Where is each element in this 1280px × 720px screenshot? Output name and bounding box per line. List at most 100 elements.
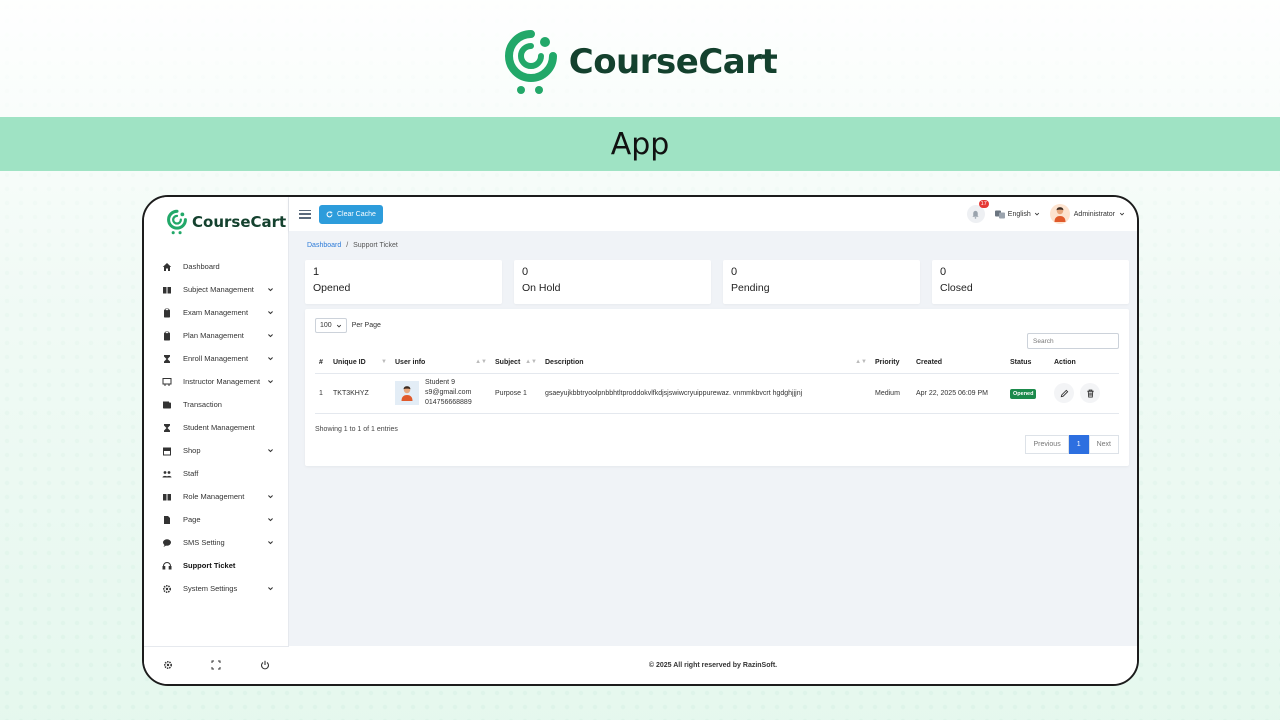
sidebar-item-role-management[interactable]: Role Management — [144, 485, 288, 508]
book-icon — [162, 492, 172, 502]
sidebar-menu: Dashboard Subject Management Exam Manageme… — [144, 255, 288, 600]
sidebar-item-student-management[interactable]: Student Management — [144, 416, 288, 439]
stat-value: 0 — [522, 266, 529, 278]
stat-card-pending: 0 Pending — [723, 260, 920, 304]
headset-icon — [162, 561, 172, 571]
topbar: Clear Cache 17 English Administrator — [289, 197, 1137, 231]
sidebar-logo-text: CourseCart — [192, 213, 287, 231]
sidebar-item-enroll-management[interactable]: Enroll Management — [144, 347, 288, 370]
user-name: Administrator — [1073, 210, 1115, 218]
clear-cache-button[interactable]: Clear Cache — [319, 204, 383, 224]
page-1-button[interactable]: 1 — [1068, 435, 1089, 454]
users-icon — [162, 469, 172, 479]
sidebar-item-subject-management[interactable]: Subject Management — [144, 278, 288, 301]
sidebar-item-instructor-management[interactable]: Instructor Management — [144, 370, 288, 393]
sidebar-footer — [144, 646, 289, 684]
column-header[interactable]: User info ▲▼ — [391, 353, 491, 374]
sidebar-item-staff[interactable]: Staff — [144, 462, 288, 485]
sidebar-item-system-settings[interactable]: System Settings — [144, 577, 288, 600]
stat-card-opened: 1 Opened — [305, 260, 502, 304]
hamburger-menu-icon[interactable] — [299, 209, 311, 219]
banner-title: App — [610, 126, 670, 162]
sidebar-item-label: Support Ticket — [183, 561, 236, 570]
stat-label: On Hold — [522, 282, 561, 294]
sidebar-item-page[interactable]: Page — [144, 508, 288, 531]
ticket-subject: Purpose 1 — [491, 373, 541, 414]
student-avatar — [395, 381, 419, 405]
sidebar: CourseCart Dashboard Subject Management Ex… — [144, 197, 289, 684]
sidebar-item-sms-setting[interactable]: SMS Setting — [144, 531, 288, 554]
edit-button[interactable] — [1054, 383, 1074, 403]
per-page-label: Per Page — [351, 322, 381, 329]
sidebar-logo[interactable]: CourseCart — [144, 197, 288, 235]
ticket-stats: 1 Opened 0 On Hold 0 Pending 0 Closed — [305, 260, 1129, 304]
settings-gear-icon[interactable] — [163, 657, 173, 675]
sidebar-item-exam-management[interactable]: Exam Management — [144, 301, 288, 324]
device-frame: CourseCart Dashboard Subject Management Ex… — [142, 195, 1139, 686]
column-header[interactable]: Unique ID ▼ — [329, 353, 391, 374]
student-name: Student 9 — [425, 379, 455, 386]
ticket-description: gsaeyujkbbtryoolpnbbhtltproddokvlfkdjsjs… — [541, 373, 871, 414]
language-selector[interactable]: English — [994, 210, 1040, 219]
sidebar-item-label: Enroll Management — [183, 354, 249, 363]
search-placeholder: Search — [1033, 337, 1054, 345]
chevron-down-icon — [267, 585, 274, 592]
file-icon — [162, 515, 172, 525]
student-email: s9@gmail.com — [425, 389, 472, 396]
next-page-button[interactable]: Next — [1088, 435, 1119, 454]
sidebar-item-label: Page — [183, 515, 201, 524]
stat-label: Closed — [940, 282, 973, 294]
chevron-down-icon — [336, 324, 341, 328]
previous-page-button[interactable]: Previous — [1025, 435, 1069, 454]
sidebar-item-shop[interactable]: Shop — [144, 439, 288, 462]
column-header[interactable]: Status — [1006, 353, 1050, 374]
column-header[interactable]: Subject ▲▼ — [491, 353, 541, 374]
copyright-text: © 2025 All right reserved by RazinSoft. — [648, 661, 778, 669]
page-footer: © 2025 All right reserved by RazinSoft. — [289, 646, 1137, 684]
tickets-table: # Unique ID ▼ User info ▲▼ Subject ▲▼ Descr… — [315, 353, 1119, 414]
ticket-priority: Medium — [871, 373, 912, 414]
hourglass-icon — [162, 423, 172, 433]
stat-value: 0 — [731, 266, 738, 278]
sidebar-item-dashboard[interactable]: Dashboard — [144, 255, 288, 278]
stat-label: Pending — [731, 282, 770, 294]
delete-button[interactable] — [1080, 383, 1100, 403]
chevron-down-icon — [267, 516, 274, 523]
stat-value: 0 — [940, 266, 947, 278]
fullscreen-icon[interactable] — [211, 657, 221, 675]
column-header[interactable]: Priority — [871, 353, 912, 374]
notification-count-badge: 17 — [978, 200, 989, 208]
power-icon[interactable] — [260, 657, 270, 675]
clipboard-icon — [162, 331, 172, 341]
search-input[interactable]: Search — [1027, 333, 1119, 349]
sidebar-item-label: Exam Management — [183, 308, 249, 317]
sidebar-item-plan-management[interactable]: Plan Management — [144, 324, 288, 347]
chevron-down-icon — [1119, 212, 1125, 216]
chevron-down-icon — [267, 378, 274, 385]
sidebar-item-transaction[interactable]: Transaction — [144, 393, 288, 416]
ticket-created: Apr 22, 2025 06:09 PM — [912, 373, 1006, 414]
per-page-select[interactable]: 100 — [315, 318, 347, 333]
breadcrumb-dashboard-link[interactable]: Dashboard — [307, 242, 341, 249]
sidebar-item-label: Instructor Management — [183, 377, 261, 386]
sidebar-item-label: SMS Setting — [183, 538, 225, 547]
user-menu[interactable]: Administrator — [1049, 204, 1125, 224]
pencil-icon — [1060, 389, 1068, 397]
chevron-down-icon — [267, 493, 274, 500]
sidebar-item-label: System Settings — [183, 584, 238, 593]
chalkboard-icon — [162, 377, 172, 387]
trash-icon — [1086, 389, 1094, 398]
translate-icon — [994, 210, 1005, 218]
column-header: Action — [1050, 353, 1119, 374]
sidebar-item-support-ticket[interactable]: Support Ticket — [144, 554, 288, 577]
column-header[interactable]: # — [315, 353, 329, 374]
column-header[interactable]: Description ▲▼ — [541, 353, 871, 374]
breadcrumb-current: Support Ticket — [353, 242, 398, 249]
breadcrumb: Dashboard / Support Ticket — [307, 242, 398, 249]
student-phone: 014756668889 — [425, 399, 472, 406]
notification-button[interactable]: 17 — [966, 200, 989, 223]
topbar-right: 17 English Administrator — [966, 200, 1125, 224]
stat-card-on-hold: 0 On Hold — [514, 260, 711, 304]
column-header[interactable]: Created — [912, 353, 1006, 374]
brand-name: CourseCart — [568, 42, 778, 82]
